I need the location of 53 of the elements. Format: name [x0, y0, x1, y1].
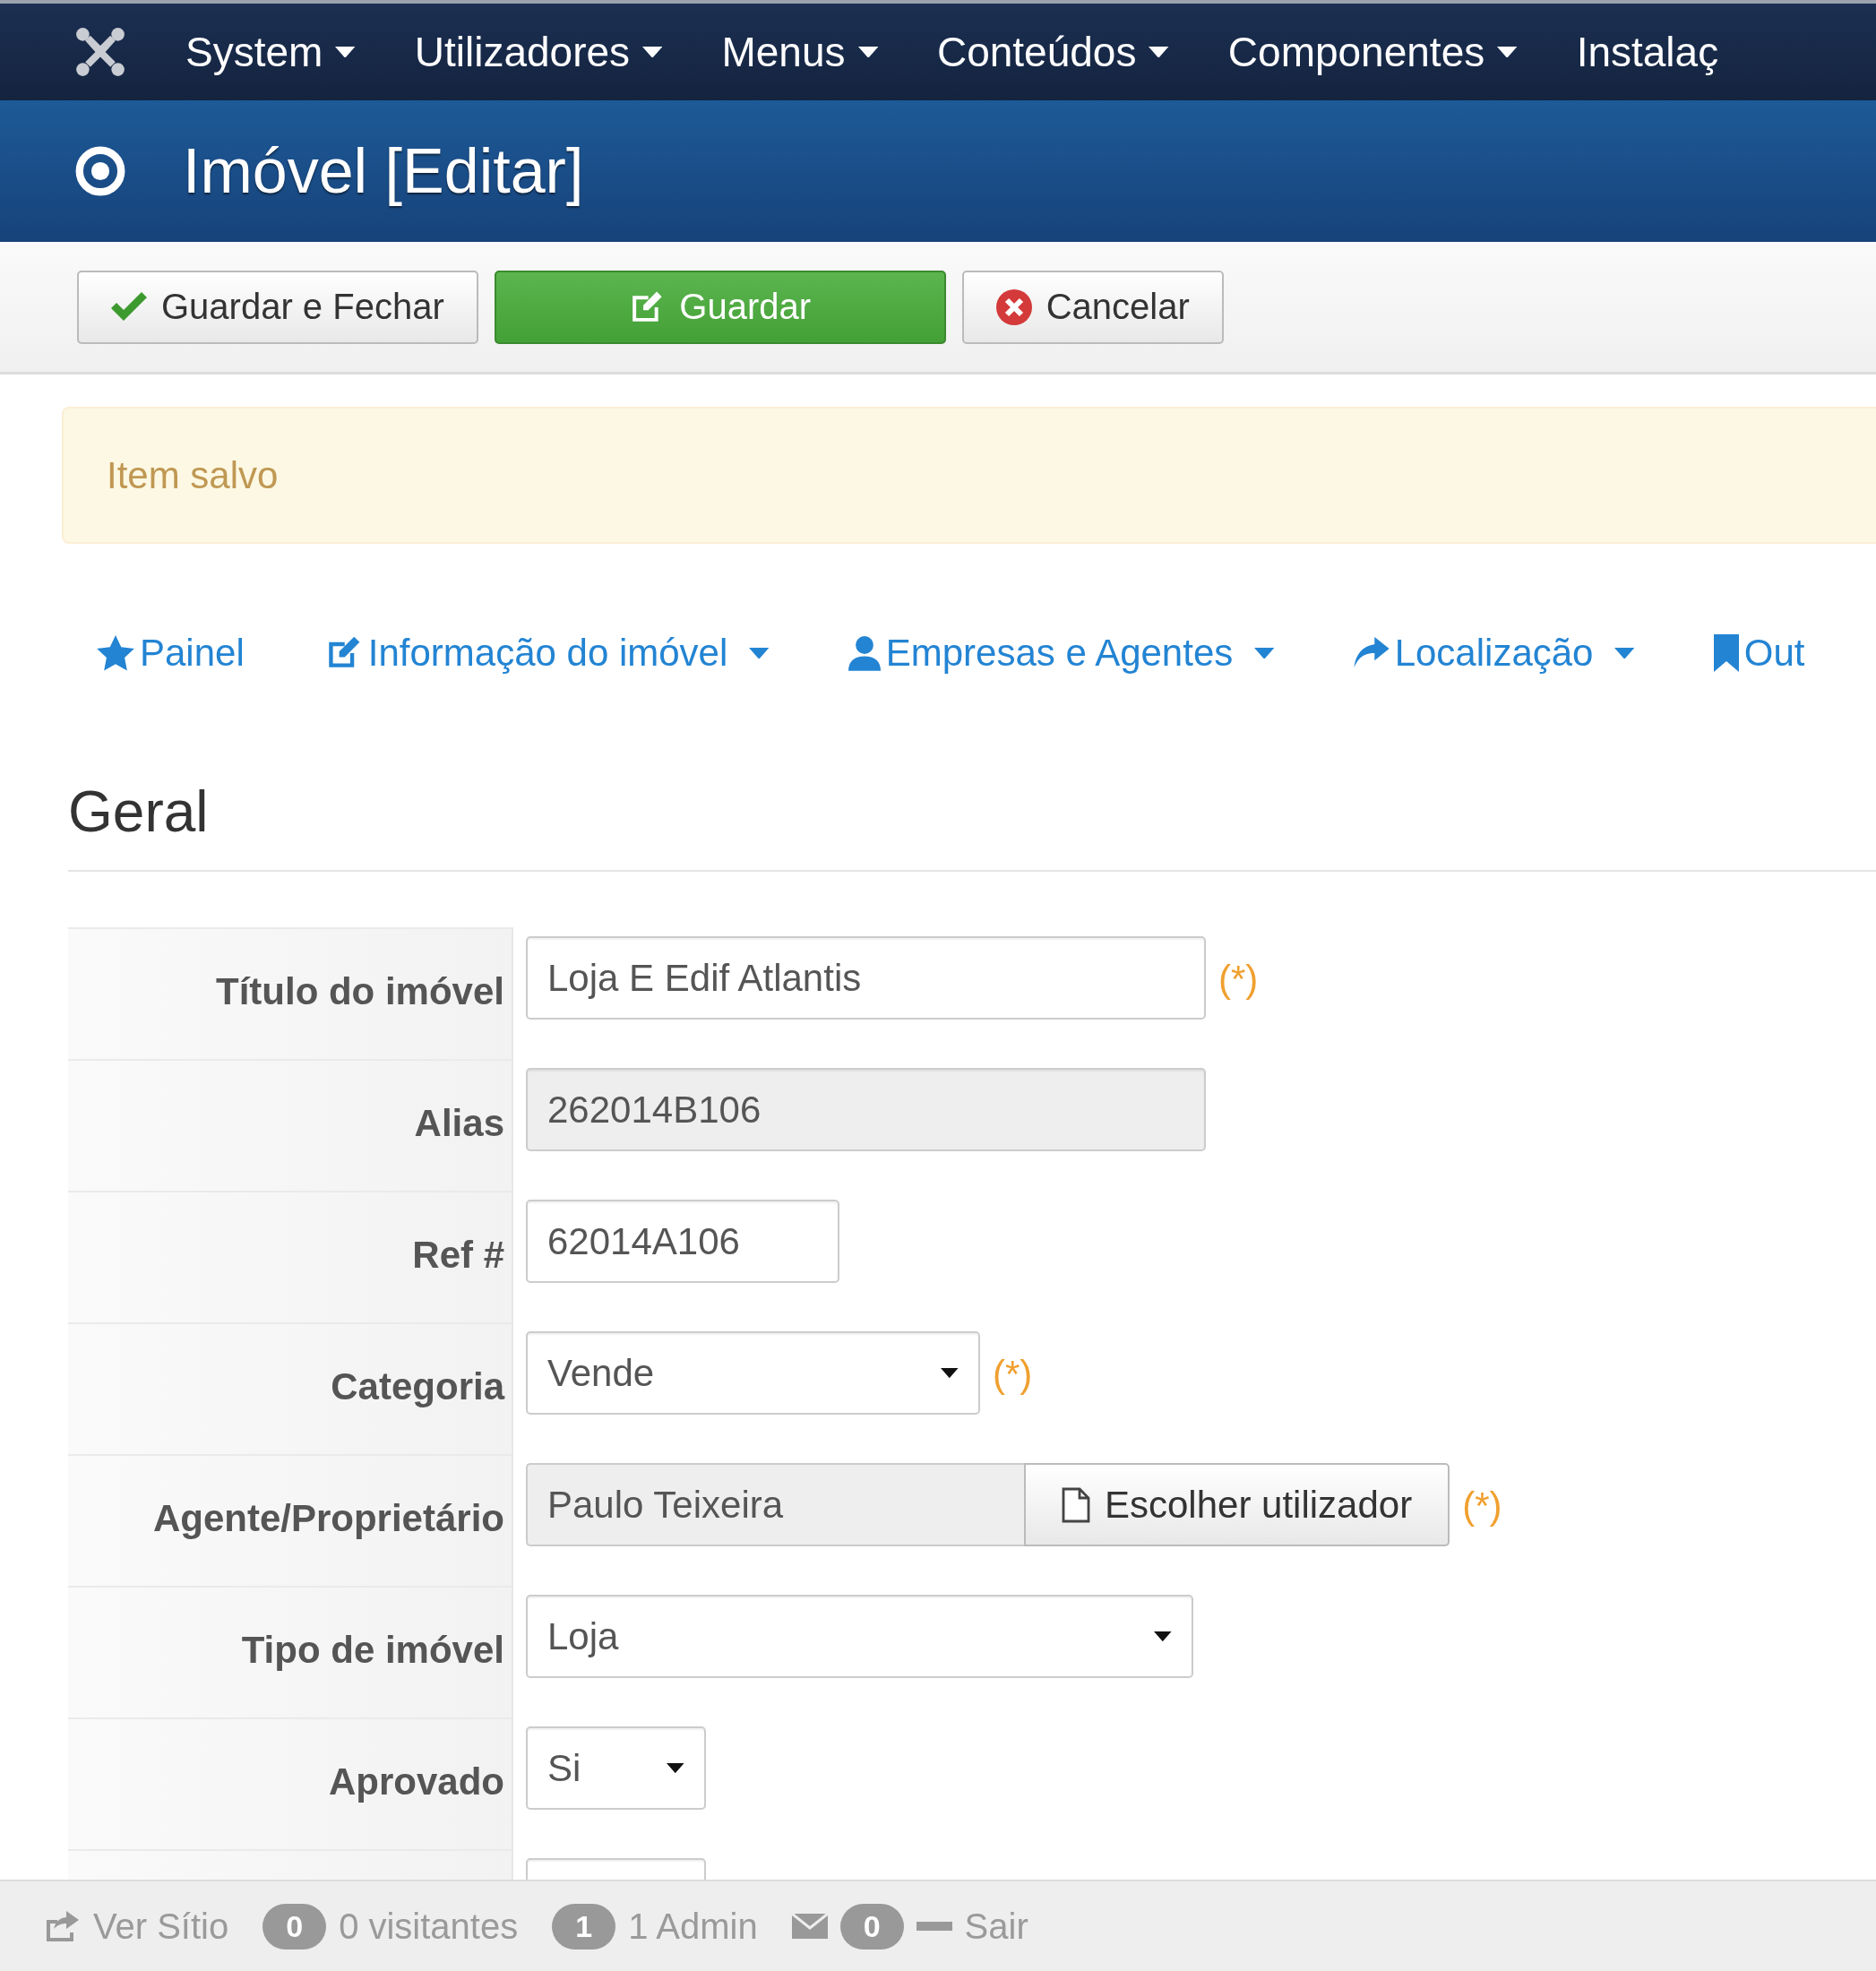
save-close-button[interactable]: Guardar e Fechar	[77, 270, 478, 344]
menu-item[interactable]: Conteúdos	[907, 28, 1199, 76]
logo-icon	[75, 27, 125, 77]
tab[interactable]: Localização	[1353, 632, 1635, 675]
menu-item[interactable]: Utilizadores	[384, 28, 693, 76]
caret-icon	[941, 1367, 959, 1379]
minus-icon	[916, 1922, 952, 1931]
select-field[interactable]: Loja	[526, 1595, 1193, 1678]
input-field[interactable]: Loja E Edif Atlantis	[526, 936, 1206, 1020]
choose-user-button[interactable]: Escolher utilizador	[1024, 1463, 1450, 1546]
status-text: 1 Admin	[628, 1906, 758, 1947]
star-icon	[97, 635, 134, 671]
required-mark: (*)	[1462, 1485, 1502, 1528]
tab[interactable]: Informação do imóvel	[323, 632, 770, 675]
select-field[interactable]: Si	[526, 1726, 706, 1810]
caret-icon	[667, 1762, 684, 1774]
document-icon	[1062, 1486, 1090, 1523]
cancel-icon	[995, 288, 1032, 325]
select-field[interactable]: Vende	[526, 1331, 980, 1415]
field-label: Tipo de imóvel	[241, 1629, 504, 1672]
tab[interactable]: Painel	[97, 632, 245, 675]
tab[interactable]: Out	[1713, 632, 1805, 675]
external-link-icon	[45, 1911, 81, 1941]
alert-message: Item salvo	[62, 407, 1876, 544]
bookmark-icon	[1713, 634, 1739, 672]
field-label: Categoria	[331, 1365, 504, 1408]
field-label: Agente/Proprietário	[152, 1497, 504, 1540]
field-label: Ref #	[412, 1234, 504, 1277]
status-text: 0 visitantes	[339, 1906, 519, 1947]
menu-item[interactable]: System	[156, 28, 385, 76]
menu-item[interactable]: Componentes	[1198, 28, 1547, 76]
count-badge: 0	[262, 1903, 327, 1949]
caret-icon	[1154, 1631, 1172, 1642]
check-icon	[111, 291, 147, 323]
field-label: Aprovado	[329, 1760, 504, 1803]
input-field[interactable]: 262014B106	[526, 1068, 1206, 1151]
section-title: Geral	[68, 779, 1876, 872]
required-mark: (*)	[1218, 958, 1259, 1001]
menu-item[interactable]: Menus	[692, 28, 908, 76]
input-field[interactable]: Paulo Teixeira	[526, 1463, 1024, 1546]
required-mark: (*)	[993, 1353, 1033, 1396]
count-badge: 1	[552, 1903, 616, 1949]
mail-icon	[791, 1914, 828, 1939]
page-title: Imóvel [Editar]	[183, 135, 584, 207]
user-icon	[848, 635, 881, 671]
target-icon	[75, 146, 125, 196]
input-field[interactable]: 62014A106	[526, 1200, 839, 1283]
cancel-button[interactable]: Cancelar	[961, 270, 1224, 344]
field-label: Título do imóvel	[216, 970, 504, 1013]
count-badge: 0	[839, 1903, 904, 1949]
tab[interactable]: Empresas e Agentes	[848, 632, 1275, 675]
menu-item[interactable]: Instalaç	[1546, 28, 1749, 76]
field-label: Alias	[414, 1102, 504, 1145]
